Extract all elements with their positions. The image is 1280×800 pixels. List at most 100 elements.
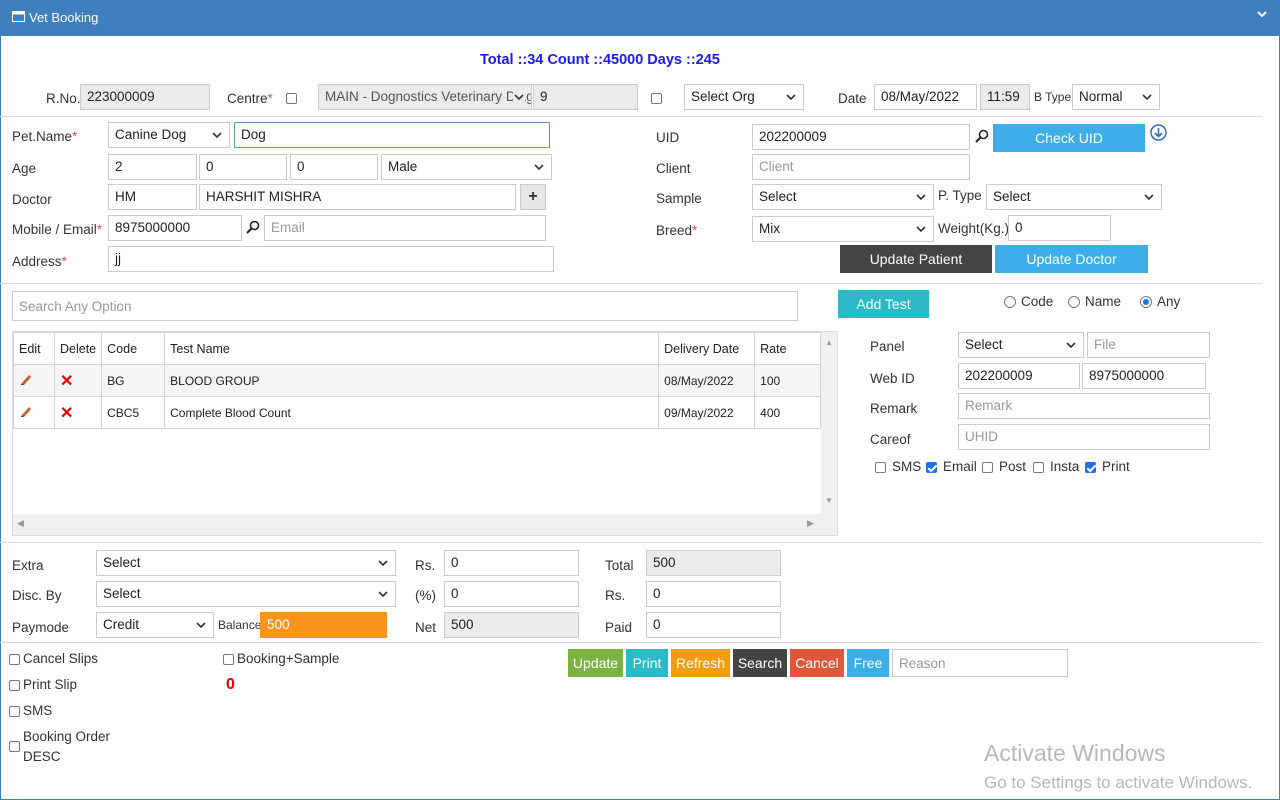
scroll-up-arrow-icon[interactable]: ▲ (825, 338, 833, 347)
print-checkbox[interactable] (1085, 462, 1096, 473)
chevron-down-icon (916, 194, 926, 201)
paymode-select[interactable]: Credit (96, 612, 214, 638)
btype-select[interactable]: Normal (1072, 84, 1160, 110)
delete-x-icon[interactable]: ✕ (60, 405, 73, 422)
edit-cell[interactable] (13, 396, 55, 429)
petname-input[interactable]: Dog (234, 122, 550, 148)
sample-select[interactable]: Select (752, 184, 934, 210)
centre-checkbox[interactable] (286, 93, 297, 104)
radio-code[interactable] (1004, 296, 1016, 308)
delete-cell[interactable]: ✕ (53, 364, 103, 397)
divider (0, 642, 1262, 643)
search-option-input[interactable]: Search Any Option (12, 291, 798, 321)
remark-label: Remark (870, 401, 918, 416)
careof-input[interactable]: UHID (958, 424, 1210, 450)
free-button[interactable]: Free (847, 649, 889, 677)
doctor-code-input[interactable]: HM (108, 184, 197, 210)
pencil-icon[interactable] (19, 404, 33, 418)
delete-cell[interactable]: ✕ (53, 396, 103, 429)
table-row: ✕ CBC5 Complete Blood Count 09/May/2022 … (13, 396, 821, 429)
species-select[interactable]: Canine Dog (108, 122, 230, 148)
gender-select[interactable]: Male (381, 154, 552, 180)
refresh-button[interactable]: Refresh (671, 649, 730, 677)
booking-order-desc-checkbox[interactable] (9, 741, 20, 752)
delete-x-icon[interactable]: ✕ (60, 373, 73, 390)
add-test-button[interactable]: Add Test (838, 290, 929, 318)
search-icon[interactable] (975, 129, 989, 146)
rate-cell: 400 (754, 396, 821, 429)
centre-label: Centre* (227, 91, 273, 106)
print-slip-checkbox[interactable] (9, 680, 20, 691)
ptype-select[interactable]: Select (986, 184, 1162, 210)
discby-select[interactable]: Select (96, 581, 396, 607)
ptype-select-value: Select (993, 189, 1031, 204)
file-input[interactable]: File (1087, 332, 1210, 358)
address-input[interactable]: jj (108, 246, 554, 272)
rs2-input[interactable]: 0 (646, 581, 781, 607)
centre-select[interactable]: MAIN - Dognostics Veterinary Diag (318, 84, 532, 110)
extra-select-value: Select (103, 555, 141, 570)
panel-select[interactable]: Select (958, 332, 1084, 358)
booking-order-desc-label: Booking Order DESC (23, 729, 111, 764)
insta-checkbox[interactable] (1033, 462, 1044, 473)
webid-input[interactable]: 202200009 (958, 363, 1080, 389)
org-checkbox[interactable] (651, 93, 662, 104)
breed-label: Breed* (656, 223, 698, 238)
doctor-name-input[interactable]: HARSHIT MISHRA (199, 184, 516, 210)
date-field[interactable]: 08/May/2022 (874, 84, 977, 110)
reason-input[interactable]: Reason (892, 649, 1068, 677)
sms-footer-checkbox[interactable] (9, 706, 20, 717)
extra-select[interactable]: Select (96, 550, 396, 576)
age-years-input[interactable]: 2 (108, 154, 197, 180)
update-button[interactable]: Update (568, 649, 623, 677)
mobile-input[interactable]: 8975000000 (108, 215, 242, 241)
email-checkbox[interactable] (926, 462, 937, 473)
radio-any[interactable] (1140, 296, 1152, 308)
age-months-input[interactable]: 0 (199, 154, 287, 180)
search-button[interactable]: Search (733, 649, 787, 677)
vertical-scrollbar[interactable]: ▲ ▼ (821, 332, 837, 514)
download-icon[interactable] (1150, 124, 1167, 144)
cancel-slips-checkbox[interactable] (9, 654, 20, 665)
org-select[interactable]: Select Org (684, 84, 804, 110)
weight-input[interactable]: 0 (1008, 215, 1111, 241)
remark-input[interactable]: Remark (958, 393, 1210, 419)
sms-checkbox[interactable] (875, 462, 886, 473)
code-cell: CBC5 (101, 396, 166, 429)
paid-input[interactable]: 0 (646, 612, 781, 638)
scroll-down-arrow-icon[interactable]: ▼ (825, 496, 833, 505)
scroll-left-arrow-icon[interactable]: ◀ (17, 518, 24, 529)
horizontal-scrollbar[interactable]: ◀ ▶ (13, 514, 837, 535)
chevron-down-icon (1144, 194, 1154, 201)
check-uid-button[interactable]: Check UID (993, 124, 1145, 152)
pencil-icon[interactable] (19, 372, 33, 386)
collapse-chevron-icon[interactable] (1256, 8, 1268, 23)
edit-cell[interactable] (13, 364, 55, 397)
radio-name[interactable] (1068, 296, 1080, 308)
cancel-button[interactable]: Cancel (790, 649, 844, 677)
webid-mobile-input[interactable]: 8975000000 (1082, 363, 1206, 389)
breed-select[interactable]: Mix (752, 216, 934, 242)
email-input[interactable]: Email (264, 215, 546, 241)
search-icon[interactable] (246, 220, 260, 237)
update-patient-button[interactable]: Update Patient (840, 245, 992, 273)
rs2-label: Rs. (605, 588, 626, 603)
radio-name-label: Name (1085, 294, 1122, 309)
rs-input[interactable]: 0 (444, 550, 579, 576)
percent-label: (%) (415, 588, 436, 603)
age-days-input[interactable]: 0 (290, 154, 378, 180)
print-button[interactable]: Print (626, 649, 668, 677)
post-checkbox[interactable] (982, 462, 993, 473)
divider (0, 542, 1262, 543)
booking-sample-checkbox[interactable] (223, 654, 234, 665)
centre-select-value: MAIN - Dognostics Veterinary Diag (325, 89, 532, 104)
percent-input[interactable]: 0 (444, 581, 579, 607)
add-doctor-button[interactable]: + (520, 184, 546, 210)
update-doctor-button[interactable]: Update Doctor (995, 245, 1148, 273)
client-input[interactable]: Client (752, 154, 970, 180)
column-header-delivery-date: Delivery Date (658, 332, 756, 365)
scroll-right-arrow-icon[interactable]: ▶ (807, 518, 814, 529)
uid-input[interactable]: 202200009 (752, 124, 970, 150)
email-label: Email (943, 459, 977, 474)
chevron-down-icon (1142, 94, 1152, 101)
